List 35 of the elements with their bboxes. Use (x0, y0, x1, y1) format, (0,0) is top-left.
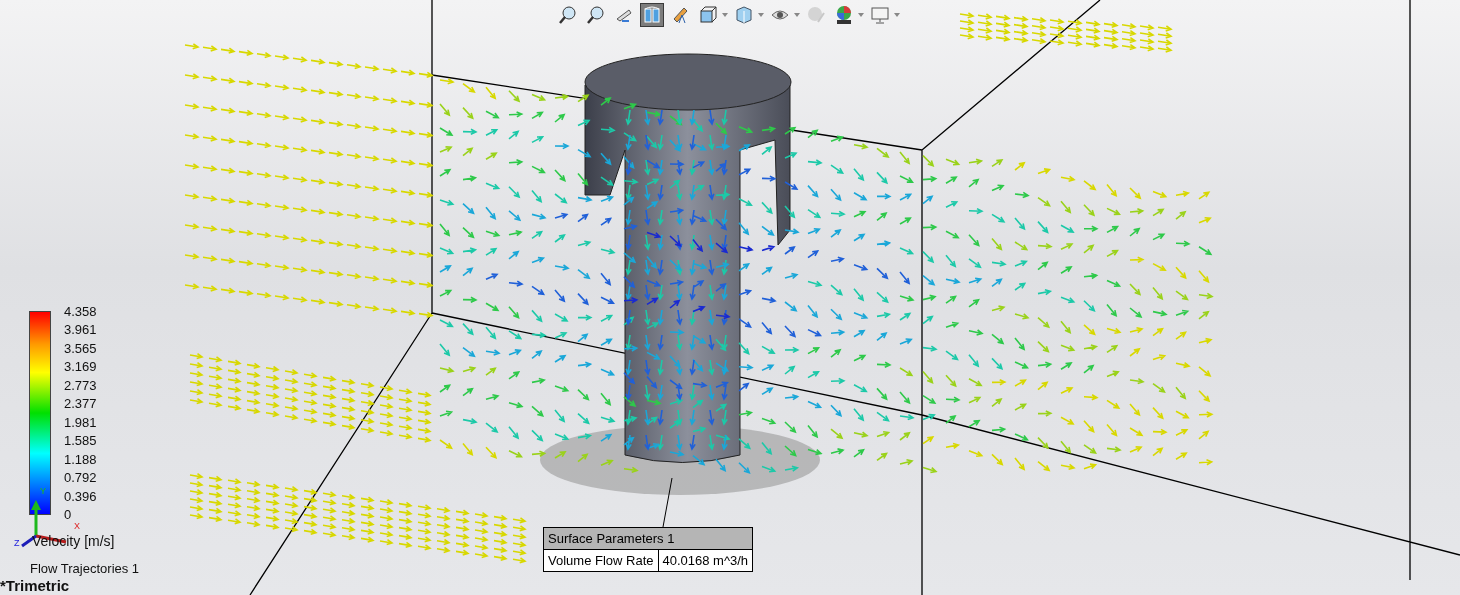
axis-label: Y (40, 486, 46, 496)
scale-value: 2.377 (64, 397, 97, 412)
color-wheel-icon (834, 5, 854, 25)
scale-value: 0 (64, 508, 73, 522)
table-cell: 40.0168 m^3/h (657, 550, 753, 571)
legend-title: Velocity [m/s] (32, 533, 115, 549)
caret-icon[interactable] (894, 13, 900, 17)
caret-icon[interactable] (722, 13, 728, 17)
toolbar-button[interactable] (640, 3, 664, 27)
cube-icon (698, 5, 718, 25)
scale-value: 1.188 (64, 452, 97, 467)
scale-value: 0.396 (64, 489, 97, 504)
plot-label: Flow Trajectories 1 (30, 561, 140, 576)
scale-value: 1.585 (64, 434, 97, 449)
cube-icon (734, 5, 754, 25)
scale-value: 0.792 (64, 471, 97, 486)
caret-icon[interactable] (858, 13, 864, 17)
section-view-icon (642, 5, 662, 25)
magnifier-icon (558, 5, 578, 25)
scale-value: 3.169 (64, 360, 97, 375)
monitor-icon (870, 5, 890, 25)
callout-title: Surface Parameters 1 (544, 528, 753, 550)
scale-value: 3.961 (64, 323, 97, 338)
scale-value: 1.981 (64, 415, 97, 430)
scale-value: 3.565 (64, 341, 97, 356)
axis-label: X (74, 521, 80, 531)
magnifier-icon (586, 5, 606, 25)
sphere-icon (806, 5, 826, 25)
scale-value: 4.358 (64, 305, 97, 319)
scale-value: 2.773 (64, 378, 97, 393)
caret-icon[interactable] (758, 13, 764, 17)
table-cell-text: Volume Flow Rate (547, 552, 655, 570)
view-name: *Trimetric (0, 577, 70, 594)
axis-label: Z (14, 538, 20, 548)
caret-icon[interactable] (794, 13, 800, 17)
